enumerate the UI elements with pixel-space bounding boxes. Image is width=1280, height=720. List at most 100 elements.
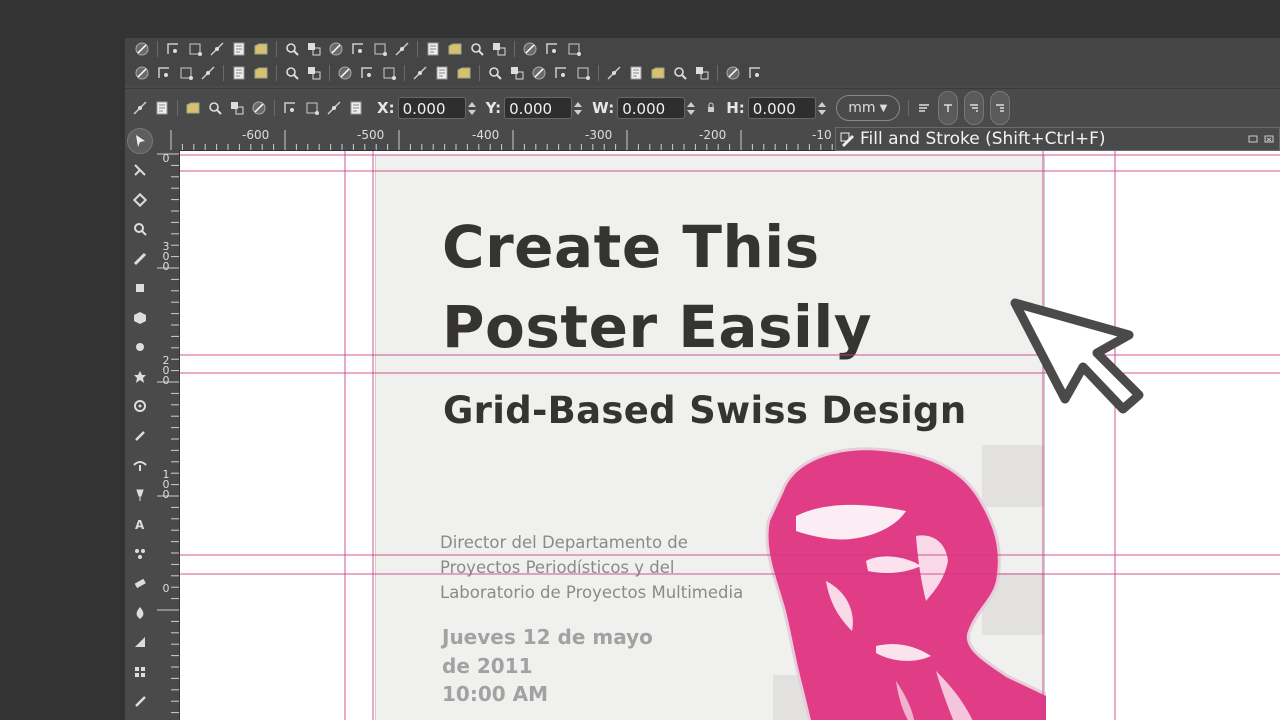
snap-grid-icon[interactable]	[544, 41, 560, 57]
rotate-cw-icon[interactable]	[207, 100, 223, 116]
h-spinner[interactable]	[817, 97, 826, 119]
flip-vertical-icon[interactable]	[251, 100, 267, 116]
poster-subtitle[interactable]: Grid-Based Swiss Design	[443, 389, 966, 432]
gradient-tool-icon[interactable]	[125, 628, 155, 658]
preferences-icon[interactable]	[747, 65, 763, 81]
snap-page-icon[interactable]	[522, 41, 538, 57]
xml-editor-icon[interactable]	[672, 65, 688, 81]
pen-tool-icon[interactable]	[125, 451, 155, 481]
redo-icon[interactable]	[306, 65, 322, 81]
import-icon[interactable]	[231, 65, 247, 81]
paste-icon[interactable]	[381, 65, 397, 81]
ellipse-tool-icon[interactable]	[125, 333, 155, 363]
snap-line-mid-icon[interactable]	[394, 41, 410, 57]
poster-description[interactable]: Director del Departamento de Proyectos P…	[440, 530, 743, 605]
snap-path-icon[interactable]	[306, 41, 322, 57]
clone-icon[interactable]	[509, 65, 525, 81]
lower-icon[interactable]	[326, 100, 342, 116]
node-tool-icon[interactable]	[125, 156, 155, 186]
spiral-tool-icon[interactable]	[125, 392, 155, 422]
snap-bbox-corner-icon[interactable]	[209, 41, 225, 57]
snap-center-icon[interactable]	[253, 41, 269, 57]
x-spinner[interactable]	[467, 97, 476, 119]
new-file-icon[interactable]	[134, 65, 150, 81]
select-all-icon[interactable]	[132, 100, 148, 116]
snap-nodes-icon[interactable]	[284, 41, 300, 57]
text-tool-icon[interactable]: A	[125, 510, 155, 540]
poster-page[interactable]: Create This Poster Easily Grid-Based Swi…	[375, 155, 1046, 720]
dropper-tool-icon[interactable]	[125, 687, 155, 717]
snap-text-baseline-icon[interactable]	[491, 41, 507, 57]
snap-intersection-icon[interactable]	[328, 41, 344, 57]
move-patterns-toggle[interactable]	[989, 91, 1010, 125]
undo-icon[interactable]	[284, 65, 300, 81]
poster-date[interactable]: Jueves 12 de mayo de 2011 10:00 AM	[442, 623, 653, 709]
snap-midpoint-icon[interactable]	[231, 41, 247, 57]
duplicate-icon[interactable]	[487, 65, 503, 81]
bucket-tool-icon[interactable]	[125, 598, 155, 628]
fill-stroke-panel-header[interactable]: Fill and Stroke (Shift+Ctrl+F)	[835, 127, 1280, 151]
snap-rotation-icon[interactable]	[469, 41, 485, 57]
snap-others-icon[interactable]	[425, 41, 441, 57]
y-field[interactable]: 0.000	[504, 97, 573, 119]
snap-bbox-icon[interactable]	[165, 41, 181, 57]
star-tool-icon[interactable]	[125, 362, 155, 392]
zoom-tool-icon[interactable]	[125, 215, 155, 245]
flip-horizontal-icon[interactable]	[229, 100, 245, 116]
unit-select[interactable]: mm ▼	[835, 95, 900, 121]
poster-title-line-1[interactable]: Create This	[442, 207, 872, 287]
scale-corners-toggle[interactable]	[937, 91, 958, 125]
snap-cusp-icon[interactable]	[350, 41, 366, 57]
scale-stroke-icon[interactable]	[916, 100, 932, 116]
layers-icon[interactable]	[650, 65, 666, 81]
zoom-page-icon[interactable]	[456, 65, 472, 81]
snap-bbox-edge-icon[interactable]	[187, 41, 203, 57]
pencil-tool-icon[interactable]	[125, 421, 155, 451]
mesh-tool-icon[interactable]	[125, 657, 155, 687]
box3d-tool-icon[interactable]	[125, 303, 155, 333]
snap-toggle-icon[interactable]	[134, 41, 150, 57]
rotate-ccw-icon[interactable]	[185, 100, 201, 116]
measure-tool-icon[interactable]	[125, 244, 155, 274]
h-field[interactable]: 0.000	[747, 97, 816, 119]
y-spinner[interactable]	[574, 97, 583, 119]
panel-close-icon[interactable]	[1261, 131, 1274, 147]
text-font-icon[interactable]	[628, 65, 644, 81]
copy-icon[interactable]	[337, 65, 353, 81]
group-icon[interactable]	[553, 65, 569, 81]
save-icon[interactable]	[178, 65, 194, 81]
zoom-drawing-icon[interactable]	[434, 65, 450, 81]
zoom-selection-icon[interactable]	[412, 65, 428, 81]
portrait-illustration[interactable]	[756, 441, 1046, 720]
open-icon[interactable]	[156, 65, 172, 81]
tweak-tool-icon[interactable]	[125, 185, 155, 215]
vertical-ruler[interactable]: 0 300 200 100 0	[155, 150, 180, 720]
raise-to-top-icon[interactable]	[282, 100, 298, 116]
panel-iconify-icon[interactable]	[1245, 131, 1258, 147]
selector-tool-icon[interactable]	[125, 126, 155, 156]
print-icon[interactable]	[200, 65, 216, 81]
spray-tool-icon[interactable]	[125, 539, 155, 569]
eraser-tool-icon[interactable]	[125, 569, 155, 599]
w-field[interactable]: 0.000	[617, 97, 686, 119]
unlink-clone-icon[interactable]	[531, 65, 547, 81]
drawing-canvas[interactable]: Create This Poster Easily Grid-Based Swi…	[180, 151, 1280, 720]
rect-tool-icon[interactable]	[125, 274, 155, 304]
move-gradients-toggle[interactable]	[963, 91, 984, 125]
snap-object-center-icon[interactable]	[447, 41, 463, 57]
raise-icon[interactable]	[304, 100, 320, 116]
snap-guide-icon[interactable]	[566, 41, 582, 57]
ungroup-icon[interactable]	[575, 65, 591, 81]
poster-title-line-2[interactable]: Poster Easily	[442, 287, 872, 367]
snap-smooth-icon[interactable]	[372, 41, 388, 57]
poster-title[interactable]: Create This Poster Easily	[442, 207, 872, 367]
lower-to-bottom-icon[interactable]	[348, 100, 364, 116]
calligraphy-tool-icon[interactable]	[125, 480, 155, 510]
cut-icon[interactable]	[359, 65, 375, 81]
select-all-layers-icon[interactable]	[154, 100, 170, 116]
lock-proportions-icon[interactable]	[703, 100, 715, 116]
export-icon[interactable]	[253, 65, 269, 81]
document-properties-icon[interactable]	[725, 65, 741, 81]
fill-stroke-icon[interactable]	[606, 65, 622, 81]
x-field[interactable]: 0.000	[397, 97, 466, 119]
